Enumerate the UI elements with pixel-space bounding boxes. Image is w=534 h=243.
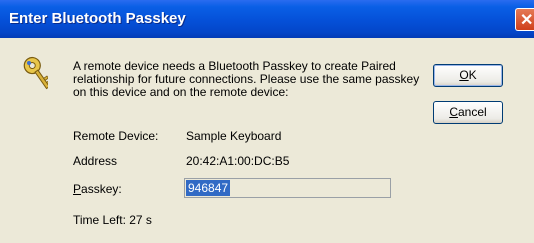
remote-device-value: Sample Keyboard	[186, 129, 282, 143]
ok-button[interactable]: OK	[433, 64, 503, 87]
cancel-button[interactable]: Cancel	[433, 101, 503, 124]
passkey-value: 946847	[186, 180, 231, 196]
window-title: Enter Bluetooth Passkey	[9, 10, 186, 27]
passkey-input[interactable]: 946847	[184, 178, 391, 198]
remote-device-label: Remote Device:	[73, 129, 159, 143]
close-icon: ✕	[520, 12, 534, 29]
passkey-label: Passkey:	[73, 182, 122, 196]
title-bar[interactable]: Enter Bluetooth Passkey ✕	[0, 0, 534, 38]
key-icon	[23, 56, 48, 90]
address-value: 20:42:A1:00:DC:B5	[186, 154, 290, 168]
message-text: A remote device needs a Bluetooth Passke…	[73, 59, 420, 99]
time-left-text: Time Left: 27 s	[73, 213, 152, 227]
address-label: Address	[73, 154, 118, 168]
close-button[interactable]: ✕	[515, 8, 534, 31]
